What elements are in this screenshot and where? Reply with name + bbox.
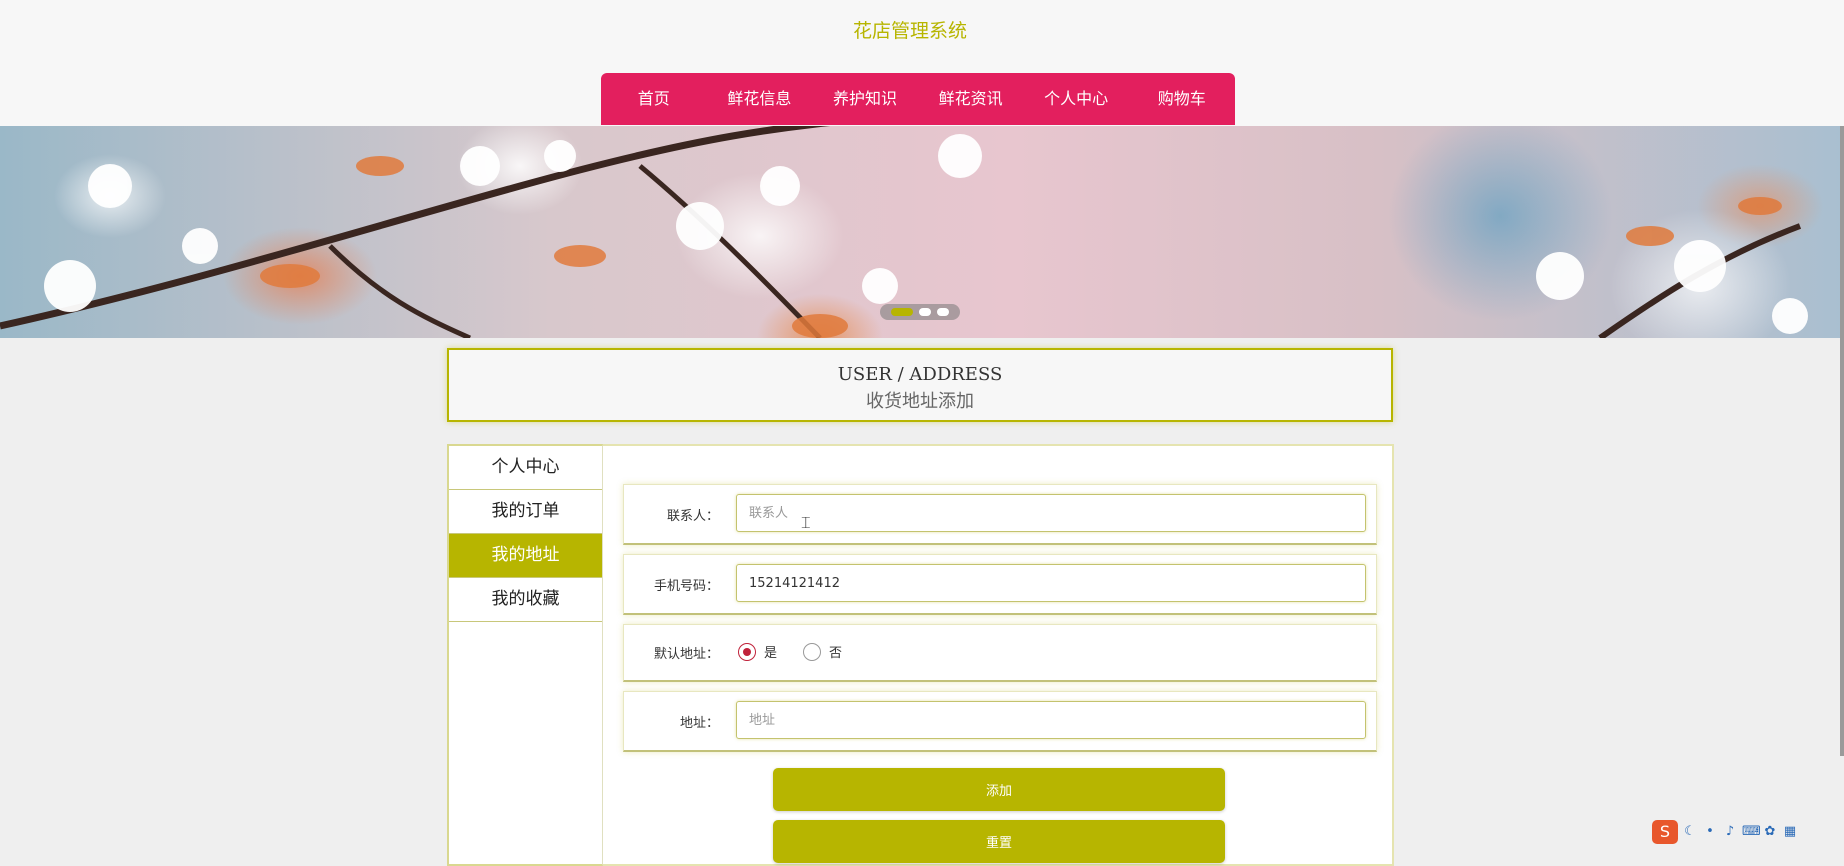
page-header: USER / ADDRESS 收货地址添加	[447, 348, 1393, 422]
carousel-dot-2[interactable]	[919, 308, 931, 316]
keyboard-icon[interactable]: ⌨	[1742, 824, 1761, 840]
top-header: 花店管理系统 首页 鲜花信息 养护知识 鲜花资讯 个人中心 购物车	[0, 0, 1844, 126]
system-tray: S ☾ • ♪ ⌨ ✿ ▦	[1652, 818, 1844, 846]
nav-item-home[interactable]: 首页	[601, 73, 707, 125]
phone-input[interactable]	[736, 564, 1366, 602]
contact-row: 联系人：	[623, 484, 1377, 545]
default-no-radio[interactable]	[803, 642, 822, 661]
phone-label: 手机号码：	[653, 579, 719, 594]
nav-item-cart[interactable]: 购物车	[1129, 73, 1235, 125]
skin-icon[interactable]: ✿	[1762, 824, 1778, 840]
microphone-icon[interactable]: ♪	[1722, 824, 1738, 840]
user-sidebar: 个人中心 我的订单 我的地址 我的收藏	[447, 444, 603, 866]
default-yes-radio[interactable]	[738, 642, 756, 661]
nav-item-care[interactable]: 养护知识	[812, 73, 918, 125]
default-no-label: 否	[829, 646, 843, 661]
main-nav: 首页 鲜花信息 养护知识 鲜花资讯 个人中心 购物车	[601, 73, 1235, 125]
address-input[interactable]	[736, 701, 1366, 739]
nav-item-news[interactable]: 鲜花资讯	[918, 73, 1024, 125]
page-header-en: USER / ADDRESS	[837, 364, 1003, 385]
text-cursor-icon: ⌶	[801, 513, 811, 532]
carousel-dot-3[interactable]	[937, 308, 949, 316]
sidebar-item-favorites[interactable]: 我的收藏	[449, 578, 602, 622]
default-address-row: 默认地址： 是 否	[623, 624, 1377, 682]
page-title: 收货地址添加	[866, 391, 974, 412]
contact-input[interactable]	[736, 494, 1366, 532]
site-title: 花店管理系统	[852, 20, 967, 42]
reset-button[interactable]: 重置	[773, 820, 1225, 863]
tools-icon[interactable]: ▦	[1782, 824, 1798, 840]
add-button[interactable]: 添加	[773, 768, 1225, 811]
address-label: 地址：	[679, 716, 719, 731]
banner-carousel[interactable]	[0, 126, 1840, 338]
carousel-indicators	[880, 304, 960, 320]
sidebar-item-address[interactable]: 我的地址	[449, 534, 602, 578]
sidebar-item-profile[interactable]: 个人中心	[449, 446, 602, 490]
ime-logo-icon[interactable]: S	[1652, 820, 1678, 844]
nav-item-flowers[interactable]: 鲜花信息	[707, 73, 813, 125]
address-row: 地址：	[623, 691, 1377, 752]
default-address-radio-group: 是 否	[738, 642, 868, 661]
nav-item-profile[interactable]: 个人中心	[1023, 73, 1129, 125]
page-scrollbar[interactable]	[1840, 126, 1844, 756]
address-form: 联系人： 手机号码： 默认地址： 是 否 地址： 添加 重置	[603, 444, 1394, 866]
contact-label: 联系人：	[666, 509, 719, 524]
punctuation-icon[interactable]: •	[1702, 824, 1718, 840]
moon-icon[interactable]: ☾	[1682, 824, 1698, 840]
default-yes-label: 是	[764, 646, 778, 661]
carousel-dot-1[interactable]	[891, 308, 913, 316]
phone-row: 手机号码：	[623, 554, 1377, 615]
default-address-label: 默认地址：	[653, 647, 719, 662]
sidebar-item-orders[interactable]: 我的订单	[449, 490, 602, 534]
